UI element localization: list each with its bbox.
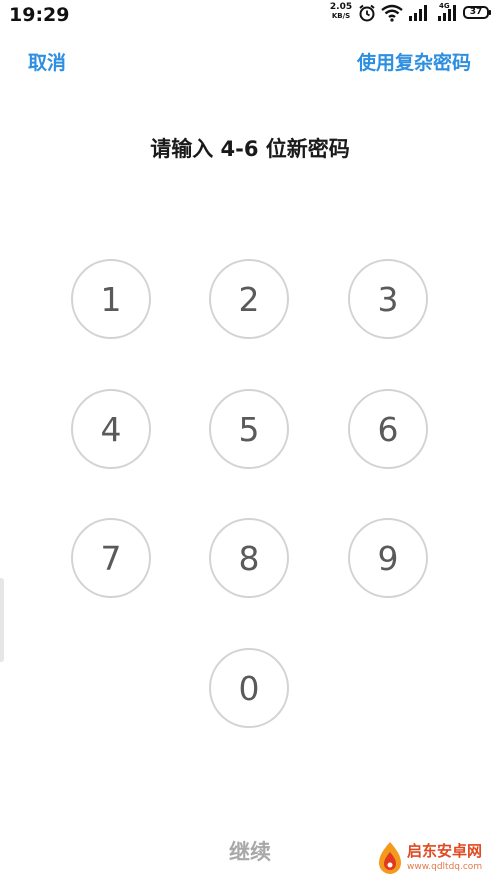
signal-icon: [437, 4, 457, 26]
alarm-icon: [358, 4, 376, 26]
watermark-url: www.qdltdq.com: [407, 862, 483, 872]
status-bar: 19:29 2.05 KB/S 4G 37: [0, 0, 500, 30]
keypad-key-1[interactable]: 1: [71, 259, 151, 339]
keypad-key-3[interactable]: 3: [348, 259, 428, 339]
battery-icon: 37: [463, 6, 491, 19]
keypad-key-2[interactable]: 2: [209, 259, 289, 339]
keypad-key-7[interactable]: 7: [71, 518, 151, 598]
network-speed: 2.05 KB/S: [329, 3, 353, 21]
watermark-logo-icon: [379, 842, 401, 874]
signal-icon: [408, 4, 428, 26]
page-title: 请输入 4-6 位新密码: [150, 137, 350, 161]
keypad-key-9[interactable]: 9: [348, 518, 428, 598]
status-time: 19:29: [9, 4, 70, 26]
network-speed-unit: KB/S: [331, 12, 351, 20]
keypad-key-4[interactable]: 4: [71, 389, 151, 469]
network-speed-value: 2.05: [329, 2, 353, 12]
watermark: 启东安卓网 www.qdltdq.com: [375, 838, 495, 884]
keypad-key-6[interactable]: 6: [348, 389, 428, 469]
wifi-icon: [381, 4, 403, 26]
cancel-button[interactable]: 取消: [28, 48, 66, 75]
keypad-key-5[interactable]: 5: [209, 389, 289, 469]
side-drawer-handle[interactable]: [0, 578, 4, 662]
watermark-brand: 启东安卓网: [407, 842, 483, 860]
use-complex-password-button[interactable]: 使用复杂密码: [357, 48, 471, 75]
keypad-key-0[interactable]: 0: [209, 648, 289, 728]
keypad-key-8[interactable]: 8: [209, 518, 289, 598]
